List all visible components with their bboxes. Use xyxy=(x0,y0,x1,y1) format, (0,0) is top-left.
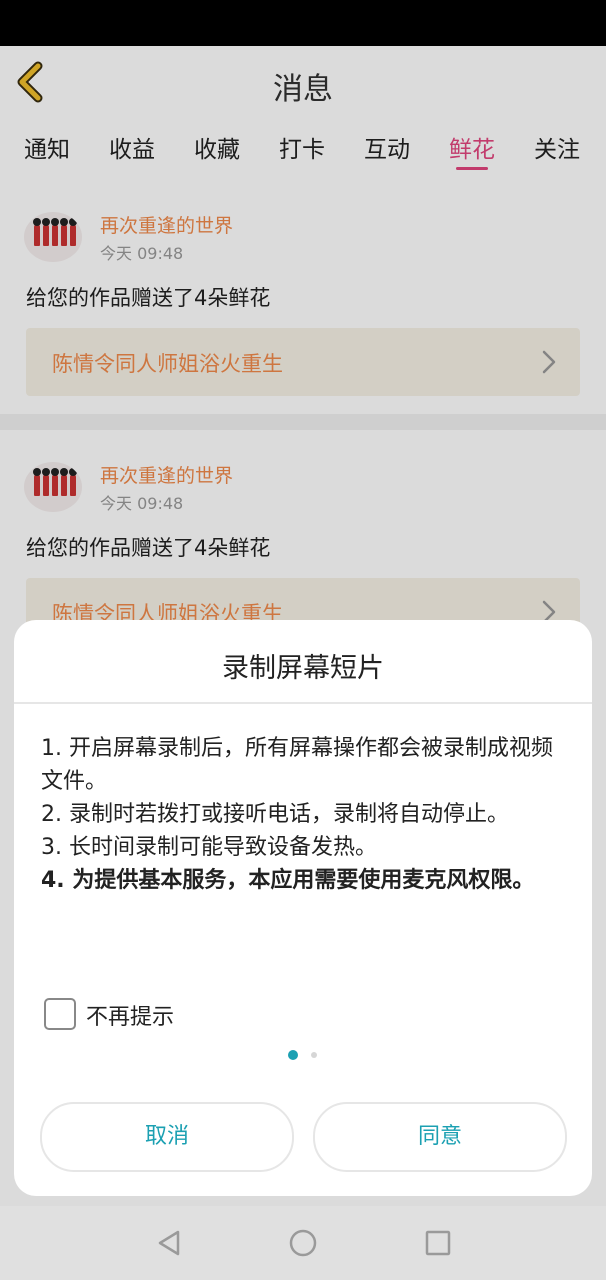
agree-button[interactable]: 同意 xyxy=(313,1102,567,1172)
screen-recording-dialog: 录制屏幕短片 1. 开启屏幕录制后，所有屏幕操作都会被录制成视频文件。 2. 录… xyxy=(14,620,592,1196)
cancel-button[interactable]: 取消 xyxy=(40,1102,294,1172)
dont-show-again-label[interactable]: 不再提示 xyxy=(86,999,174,1031)
page-indicator-active xyxy=(288,1050,298,1060)
dialog-item: 1. 开启屏幕录制后，所有屏幕操作都会被录制成视频文件。 xyxy=(41,736,553,794)
dialog-item: 4. 为提供基本服务，本应用需要使用麦克风权限。 xyxy=(41,868,535,893)
square-recents-icon[interactable] xyxy=(423,1228,453,1258)
dialog-item: 2. 录制时若拨打或接听电话，录制将自动停止。 xyxy=(41,802,509,827)
dialog-body: 1. 开启屏幕录制后，所有屏幕操作都会被录制成视频文件。 2. 录制时若拨打或接… xyxy=(41,732,563,897)
dialog-item: 3. 长时间录制可能导致设备发热。 xyxy=(41,835,377,860)
dont-show-again-checkbox[interactable] xyxy=(44,998,76,1030)
system-nav-bar xyxy=(0,1206,606,1280)
circle-home-icon[interactable] xyxy=(288,1228,318,1258)
dialog-title: 录制屏幕短片 xyxy=(222,653,384,684)
triangle-back-icon[interactable] xyxy=(154,1228,184,1258)
screen: 消息 通知 收益 收藏 打卡 互动 鲜花 关注 再次重逢的世界 今天 09:48… xyxy=(0,0,606,1280)
status-bar xyxy=(0,0,606,46)
dialog-divider xyxy=(14,702,592,704)
page-indicator xyxy=(311,1052,317,1058)
